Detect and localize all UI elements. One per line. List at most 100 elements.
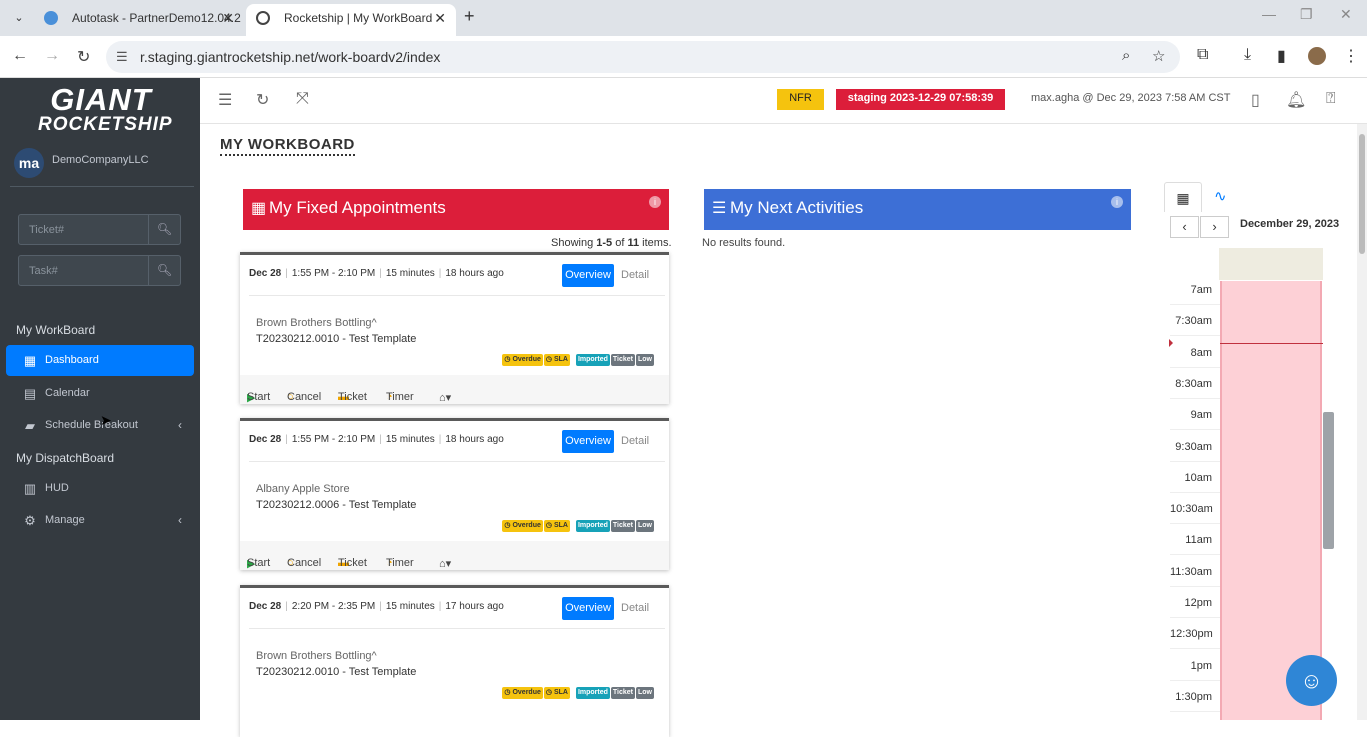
task-search-group: 🔍︎ xyxy=(18,255,181,286)
badge-label: Overdue xyxy=(512,522,541,529)
showing-prefix: Showing xyxy=(551,237,597,249)
imported-badge: Imported xyxy=(575,354,610,366)
close-window-icon[interactable]: ✕ xyxy=(1340,6,1352,23)
sidebar-item-hud[interactable]: ▥ HUD xyxy=(6,473,194,504)
reload-icon[interactable]: ↻ xyxy=(77,47,90,67)
ticket-search-input[interactable] xyxy=(19,215,149,244)
calendar-time-gridline xyxy=(1170,648,1220,650)
section-my-dispatchboard: My DispatchBoard xyxy=(16,451,115,465)
detail-link[interactable]: Detail xyxy=(621,435,649,447)
badge-group: ◷ Overdue ◷ SLA Imported Ticket Low xyxy=(501,354,654,367)
hamburger-menu-icon[interactable]: ☰ xyxy=(218,90,232,110)
page-scrollbar[interactable] xyxy=(1357,124,1367,720)
ticket-search-group: 🔍︎ xyxy=(18,214,181,245)
badge-group: ◷ Overdue ◷ SLA Imported Ticket Low xyxy=(501,520,654,533)
sidebar-item-label: Schedule Breakout xyxy=(45,419,138,431)
forward-icon[interactable]: → xyxy=(44,47,60,65)
calendar-scrollbar[interactable] xyxy=(1323,412,1334,549)
calendar-time-label: 1pm xyxy=(1190,659,1212,672)
account-name: Albany Apple Store xyxy=(256,483,350,495)
chatbot-button[interactable]: ☺ xyxy=(1286,655,1337,706)
profile-avatar[interactable] xyxy=(1308,47,1326,65)
info-icon[interactable]: i xyxy=(649,196,661,208)
browser-tab-autotask[interactable]: Autotask - PartnerDemo12.04.2 ✕ xyxy=(34,4,244,36)
fixed-appointments-title: My Fixed Appointments xyxy=(269,198,446,217)
giant-rocketship-logo[interactable]: GIANT ROCKETSHIP xyxy=(38,82,172,134)
bell-icon[interactable]: 🔔︎ xyxy=(1286,90,1306,110)
calendar-time-label: 9:30am xyxy=(1175,440,1212,453)
calendar-time-gridline xyxy=(1170,335,1220,337)
expand-icon[interactable]: ⤧ xyxy=(296,90,309,108)
autotask-favicon-icon xyxy=(44,11,58,25)
scrollbar-thumb[interactable] xyxy=(1359,134,1365,254)
clipboard-icon[interactable]: ▯ xyxy=(1251,90,1260,110)
extensions-icon[interactable]: ⧉ xyxy=(1197,46,1208,64)
info-icon[interactable]: i xyxy=(1111,196,1123,208)
sidebar-item-label: Calendar xyxy=(45,387,90,399)
ticket-title[interactable]: T20230212.0006 - Test Template xyxy=(256,499,416,511)
new-tab-icon[interactable]: + xyxy=(464,6,475,27)
browser-menu-icon[interactable]: ⋮ xyxy=(1343,46,1359,66)
appt-time: 2:20 PM - 2:35 PM xyxy=(291,601,376,612)
overview-button[interactable]: Overview xyxy=(562,597,614,620)
divider xyxy=(249,295,665,296)
sidebar-divider xyxy=(10,186,194,187)
appt-duration: 15 minutes xyxy=(385,601,435,612)
app-header: ☰ ↻ ⤧ NFR staging 2023-12-29 07:58:39 ma… xyxy=(200,78,1367,124)
overview-button[interactable]: Overview xyxy=(562,430,614,453)
url-text: r.staging.giantrocketship.net/work-board… xyxy=(140,49,441,65)
ticket-title[interactable]: T20230212.0010 - Test Template xyxy=(256,333,416,345)
company-panel[interactable]: ma DemoCompanyLLC xyxy=(14,148,190,178)
action-label: Timer xyxy=(386,557,414,569)
appt-ago: 18 hours ago xyxy=(445,268,504,279)
ticket-badge: Ticket xyxy=(610,520,635,532)
close-tab-icon[interactable]: ✕ xyxy=(222,4,234,32)
sidebar-item-dashboard[interactable]: ▦ Dashboard xyxy=(6,345,194,376)
calendar-time-label: 9am xyxy=(1190,409,1212,422)
refresh-icon[interactable]: ↻ xyxy=(256,90,269,110)
action-label: Ticket xyxy=(338,391,367,403)
site-info-icon[interactable]: ☰ xyxy=(116,49,128,65)
search-icon[interactable]: 🔍︎ xyxy=(148,215,180,244)
badge-label: Overdue xyxy=(512,689,541,696)
side-panel-icon[interactable]: ▮ xyxy=(1277,46,1286,66)
action-label: Cancel xyxy=(287,391,322,403)
next-activities-header: ☰ My Next Activities i xyxy=(704,189,1131,230)
browser-tabbar: ⌄ Autotask - PartnerDemo12.04.2 ✕ Rocket… xyxy=(0,0,1367,36)
browser-tab-rocketship[interactable]: Rocketship | My WorkBoard ✕ xyxy=(246,4,456,36)
help-icon[interactable]: ⍰ xyxy=(1326,90,1336,108)
tab-search-chevron-icon[interactable]: ⌄ xyxy=(10,9,28,27)
search-icon[interactable]: 🔍︎ xyxy=(148,256,180,285)
next-day-button[interactable]: › xyxy=(1200,216,1229,238)
divider xyxy=(249,461,665,462)
task-search-input[interactable] xyxy=(19,256,149,285)
prev-day-button[interactable]: ‹ xyxy=(1170,216,1199,238)
company-name: DemoCompanyLLC xyxy=(52,154,149,166)
appointment-card: Dec 28 | 2:20 PM - 2:35 PM | 15 minutes | 17 h… xyxy=(240,585,669,737)
activity-view-tab[interactable]: ∿ xyxy=(1214,187,1227,205)
logo-line1: GIANT xyxy=(50,82,152,117)
calendar-day-column[interactable] xyxy=(1220,281,1322,720)
calendar-time-gridline xyxy=(1170,554,1220,556)
download-icon[interactable]: ⤓ xyxy=(1244,46,1251,64)
calendar-time-label: 10:30am xyxy=(1170,503,1213,516)
calendar-view-tab[interactable]: ▦ xyxy=(1164,182,1202,212)
bookmark-star-icon[interactable]: ☆ xyxy=(1152,47,1165,65)
overview-button[interactable]: Overview xyxy=(562,264,614,287)
ticket-title[interactable]: T20230212.0010 - Test Template xyxy=(256,666,416,678)
list-icon: ☰ xyxy=(712,200,727,217)
sidebar-item-calendar[interactable]: ▤ Calendar xyxy=(6,378,194,409)
back-icon[interactable]: ← xyxy=(12,47,28,65)
detail-link[interactable]: Detail xyxy=(621,602,649,614)
maximize-icon[interactable]: ❐ xyxy=(1300,6,1313,23)
detail-link[interactable]: Detail xyxy=(621,269,649,281)
next-activities-title: My Next Activities xyxy=(730,198,864,217)
address-bar[interactable]: ☰ r.staging.giantrocketship.net/work-boa… xyxy=(106,41,1180,73)
sidebar-item-manage[interactable]: ⚙ Manage ‹ xyxy=(6,505,194,536)
close-tab-icon[interactable]: ✕ xyxy=(434,4,446,32)
minimize-icon[interactable]: — xyxy=(1262,6,1276,22)
zoom-icon[interactable]: ⌕ xyxy=(1122,47,1130,64)
appointment-meta: Dec 28 | 2:20 PM - 2:35 PM | 15 minutes | 17 h… xyxy=(249,601,504,612)
action-label: Ticket xyxy=(338,557,367,569)
calendar-time-gridline xyxy=(1170,366,1220,368)
